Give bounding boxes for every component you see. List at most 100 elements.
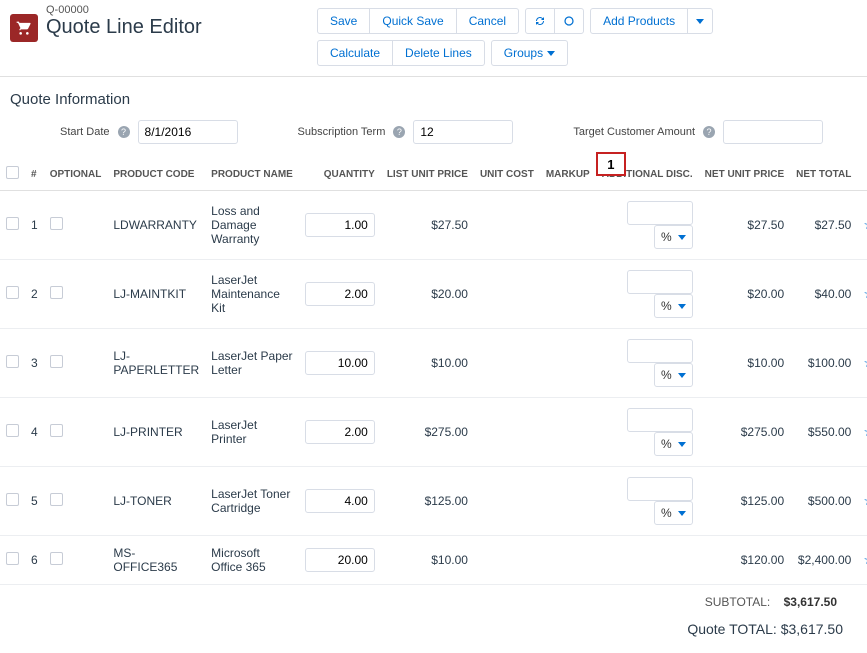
subtotal-value: $3,617.50	[784, 595, 837, 609]
product-name: Microsoft Office 365	[205, 536, 299, 585]
select-all-checkbox[interactable]	[6, 166, 19, 179]
table-row: 1LDWARRANTYLoss and Damage Warranty$27.5…	[0, 191, 867, 260]
target-customer-amount-label: Target Customer Amount	[573, 126, 695, 138]
row-select-checkbox[interactable]	[6, 286, 19, 299]
help-icon[interactable]: ?	[118, 126, 130, 138]
net-unit-price: $10.00	[699, 329, 790, 398]
quote-number: Q-00000	[46, 4, 202, 16]
add-products-button[interactable]: Add Products	[590, 8, 688, 34]
quantity-input[interactable]	[305, 489, 375, 513]
markup	[540, 536, 596, 585]
unit-cost	[474, 536, 540, 585]
refresh-button[interactable]	[525, 8, 555, 34]
list-unit-price: $275.00	[381, 398, 474, 467]
refresh-icon	[534, 15, 546, 27]
net-unit-price: $27.50	[699, 191, 790, 260]
list-unit-price: $10.00	[381, 536, 474, 585]
markup	[540, 191, 596, 260]
disc-unit-select[interactable]: %	[654, 363, 693, 387]
optional-checkbox[interactable]	[50, 355, 63, 368]
list-unit-price: $20.00	[381, 260, 474, 329]
col-optional: OPTIONAL	[44, 158, 108, 191]
caret-down-icon	[678, 304, 686, 309]
quantity-input[interactable]	[305, 213, 375, 237]
markup	[540, 467, 596, 536]
start-date-input[interactable]	[138, 120, 238, 144]
additional-disc-input[interactable]	[627, 201, 693, 225]
target-customer-amount-input[interactable]	[723, 120, 823, 144]
additional-disc-input[interactable]	[627, 339, 693, 363]
product-name: LaserJet Paper Letter	[205, 329, 299, 398]
additional-disc-input[interactable]	[627, 270, 693, 294]
table-row: 5 LJ-TONERLaserJet Toner Cartridge $125.00…	[0, 467, 867, 536]
subscription-term-input[interactable]	[413, 120, 513, 144]
start-date-label: Start Date	[60, 126, 110, 138]
row-select-checkbox[interactable]	[6, 217, 19, 230]
net-total: $27.50	[790, 191, 857, 260]
save-button[interactable]: Save	[317, 8, 370, 34]
subscription-term-label: Subscription Term	[298, 126, 386, 138]
row-number: 6	[25, 536, 44, 585]
quote-total-value: $3,617.50	[781, 621, 843, 637]
help-icon[interactable]: ?	[393, 126, 405, 138]
caret-down-icon	[678, 442, 686, 447]
col-net-total: NET TOTAL	[790, 158, 857, 191]
table-row: 4LJ-PRINTERLaserJet Printer$275.00 %$275…	[0, 398, 867, 467]
optional-checkbox[interactable]	[50, 217, 63, 230]
favorite-icon[interactable]: ☆	[863, 286, 867, 302]
disc-unit-select[interactable]: %	[654, 432, 693, 456]
disc-unit-select[interactable]: %	[654, 501, 693, 525]
favorite-icon[interactable]: ☆	[863, 355, 867, 371]
markup	[540, 398, 596, 467]
optional-checkbox[interactable]	[50, 493, 63, 506]
product-code: LJ-MAINTKIT	[107, 260, 205, 329]
optional-checkbox[interactable]	[50, 552, 63, 565]
cancel-button[interactable]: Cancel	[456, 8, 519, 34]
disc-unit-select[interactable]: %	[654, 225, 693, 249]
reset-button[interactable]	[554, 8, 584, 34]
quote-total-label: Quote TOTAL:	[687, 621, 777, 637]
favorite-icon[interactable]: ☆	[863, 552, 867, 568]
product-code: LDWARRANTY	[107, 191, 205, 260]
disc-unit-select[interactable]: %	[654, 294, 693, 318]
row-select-checkbox[interactable]	[6, 355, 19, 368]
product-name: LaserJet Toner Cartridge	[205, 467, 299, 536]
optional-checkbox[interactable]	[50, 424, 63, 437]
line-items-table: # OPTIONAL PRODUCT CODE PRODUCT NAME QUA…	[0, 158, 867, 585]
row-number: 4	[25, 398, 44, 467]
caret-down-icon	[678, 235, 686, 240]
row-select-checkbox[interactable]	[6, 493, 19, 506]
circle-icon	[563, 15, 575, 27]
row-number: 1	[25, 191, 44, 260]
product-code: LJ-PRINTER	[107, 398, 205, 467]
product-code: LJ-TONER	[107, 467, 205, 536]
caret-down-icon	[547, 51, 555, 56]
list-unit-price: $125.00	[381, 467, 474, 536]
row-number: 5	[25, 467, 44, 536]
delete-lines-button[interactable]: Delete Lines	[392, 40, 485, 66]
quick-save-button[interactable]: Quick Save	[369, 8, 456, 34]
additional-disc-input[interactable]	[627, 477, 693, 501]
col-net-unit-price: NET UNIT PRICE	[699, 158, 790, 191]
calculate-button[interactable]: Calculate	[317, 40, 393, 66]
page-title: Quote Line Editor	[46, 16, 202, 39]
groups-button[interactable]: Groups	[491, 40, 568, 66]
optional-checkbox[interactable]	[50, 286, 63, 299]
quantity-input[interactable]	[305, 420, 375, 444]
unit-cost	[474, 398, 540, 467]
caret-down-icon	[696, 19, 704, 24]
additional-disc-input[interactable]	[627, 408, 693, 432]
col-num: #	[25, 158, 44, 191]
help-icon[interactable]: ?	[703, 126, 715, 138]
markup	[540, 260, 596, 329]
net-unit-price: $275.00	[699, 398, 790, 467]
add-products-menu-button[interactable]	[687, 8, 713, 34]
row-select-checkbox[interactable]	[6, 552, 19, 565]
row-select-checkbox[interactable]	[6, 424, 19, 437]
list-unit-price: $27.50	[381, 191, 474, 260]
favorite-icon[interactable]: ☆	[863, 217, 867, 233]
quantity-input[interactable]	[305, 548, 375, 572]
quantity-input[interactable]	[305, 351, 375, 375]
favorite-icon[interactable]: ☆	[863, 424, 867, 440]
quantity-input[interactable]	[305, 282, 375, 306]
